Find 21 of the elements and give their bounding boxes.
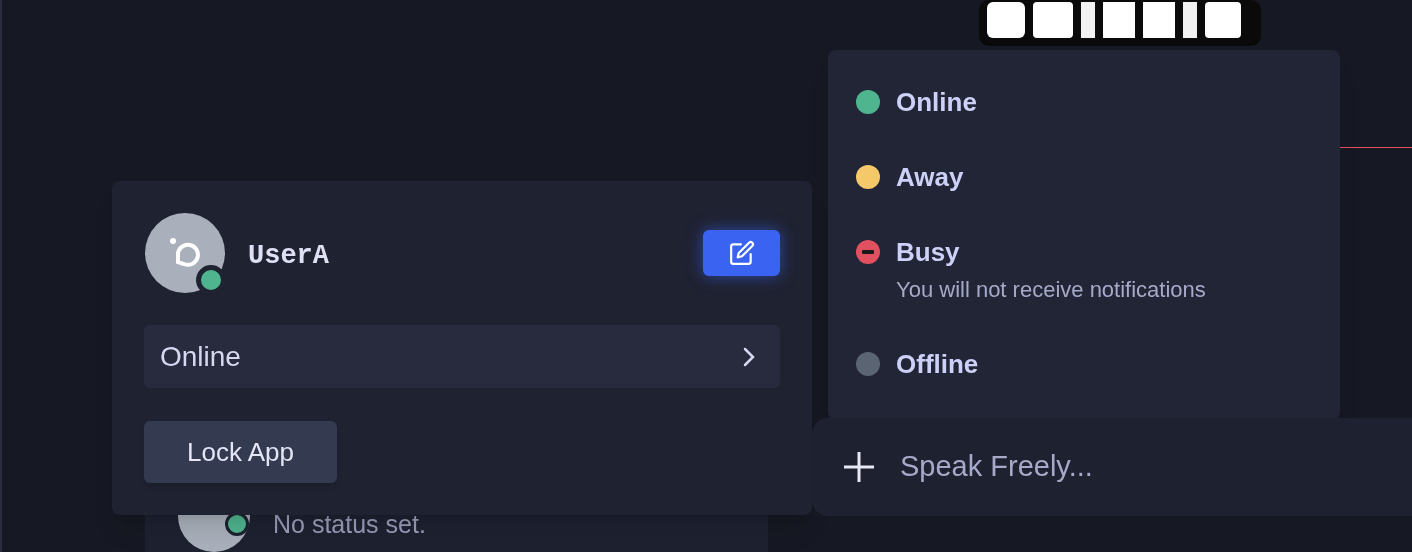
status-label: Busy [896, 235, 961, 269]
chevron-right-icon [742, 345, 756, 368]
status-label: Away [896, 160, 964, 194]
username: UserA [248, 240, 329, 273]
edit-icon [728, 240, 755, 266]
status-option[interactable]: Online [856, 83, 1340, 158]
message-field[interactable]: Speak Freely... [900, 445, 1400, 489]
message-bar[interactable]: Speak Freely... [812, 418, 1412, 516]
status-option[interactable]: Away [856, 157, 1340, 233]
status-text: No status set. [273, 509, 426, 540]
status-option[interactable]: Busy You will not receive notifications [856, 232, 1340, 346]
status-option[interactable]: Offline [856, 345, 1340, 420]
divider-line [1340, 147, 1412, 148]
status-label: Offline [896, 348, 979, 382]
edit-button[interactable] [703, 230, 780, 276]
status-select[interactable]: Online [144, 325, 780, 388]
logo-icon [168, 236, 202, 270]
lock-app-button[interactable]: Lock App [144, 421, 337, 483]
plus-icon [842, 450, 876, 484]
status-label: Online [896, 86, 977, 119]
status-description: You will not receive notifications [896, 275, 1206, 304]
